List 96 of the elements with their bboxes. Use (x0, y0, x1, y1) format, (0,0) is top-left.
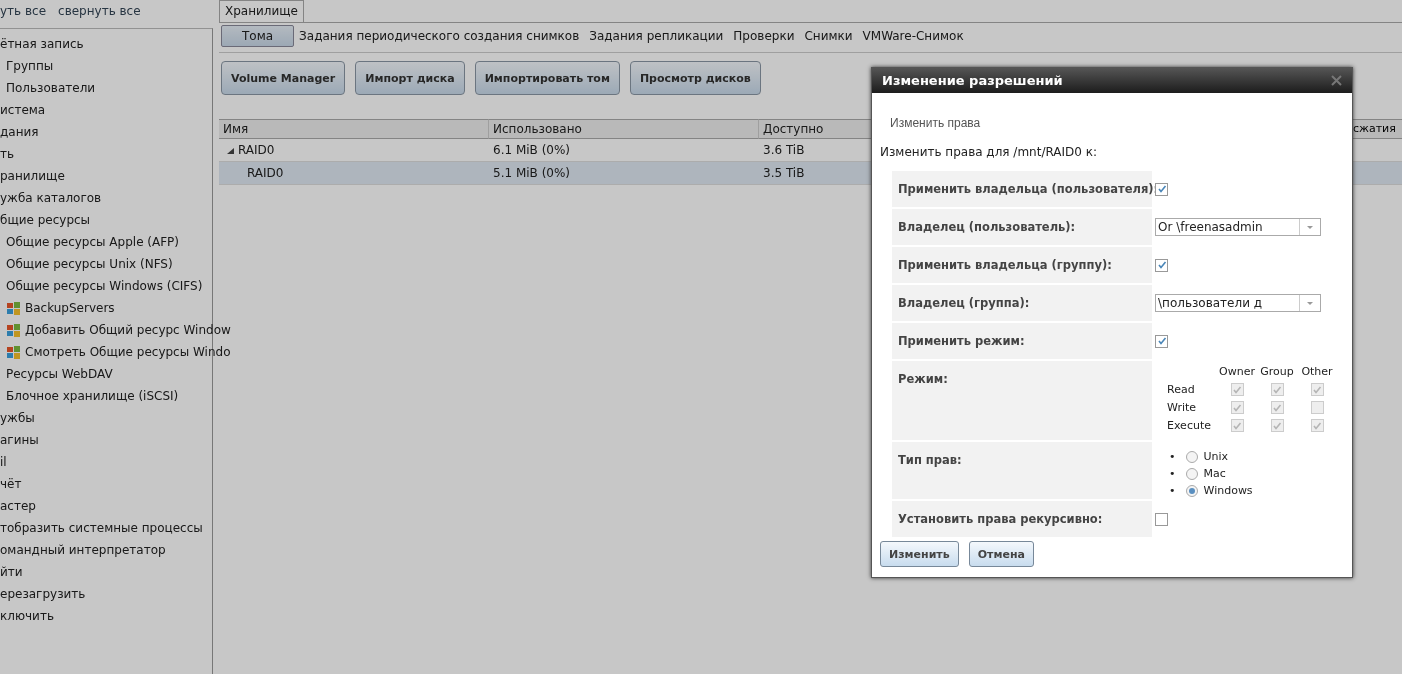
table-cell: 3.6 TiB (763, 143, 805, 157)
tree-item[interactable]: астер (0, 499, 36, 513)
toolbar-button[interactable]: Импортировать том (474, 61, 620, 95)
tree-item[interactable]: Добавить Общий ресурс Window (25, 323, 231, 337)
checkbox[interactable] (1155, 334, 1168, 348)
tree-item[interactable]: Общие ресурсы Apple (AFP) (6, 235, 180, 249)
tree-item[interactable]: il (0, 455, 7, 469)
toolbar-button[interactable]: Volume Manager (221, 61, 346, 95)
tree-item[interactable]: ть (0, 147, 15, 161)
windows-flag-icon (6, 344, 21, 360)
radio-label: Windows (1203, 484, 1253, 497)
table-cell: 5.1 MiB (0%) (493, 166, 571, 180)
column-header[interactable]: сжатия (1352, 119, 1402, 139)
radio-button[interactable] (1185, 484, 1198, 497)
toolbar-button[interactable]: Просмотр дисков (629, 61, 761, 95)
tree-item[interactable]: ключить (0, 609, 54, 623)
tree-item[interactable]: ужбы (0, 411, 35, 425)
checkbox[interactable] (1270, 401, 1284, 414)
tree-item[interactable]: агины (0, 433, 39, 447)
table-cell: RAID0 (238, 143, 275, 157)
dialog-button[interactable]: Отмена (968, 541, 1034, 567)
close-icon[interactable] (1331, 75, 1342, 86)
tree-item[interactable]: Общие ресурсы Windows (CIFS) (6, 279, 203, 293)
subtab[interactable]: Задания репликации (584, 26, 729, 46)
field-label: Применить режим: (892, 323, 1152, 359)
tree-link[interactable]: свернуть все (58, 4, 141, 18)
intro-text: Изменить права для /mnt/RAID0 к: (880, 145, 1099, 159)
dropdown-field[interactable]: \пользователи д (1155, 294, 1321, 312)
subtab[interactable]: Проверки (728, 26, 800, 46)
tree-item[interactable]: ётная запись (0, 37, 84, 51)
checkbox[interactable] (1230, 401, 1244, 414)
tree-item[interactable]: дания (0, 125, 39, 139)
column-header[interactable]: Использовано (489, 119, 759, 139)
checkbox[interactable] (1230, 383, 1244, 396)
tree-item[interactable]: Общие ресурсы Unix (NFS) (6, 257, 173, 271)
subtab[interactable]: Тома (221, 25, 295, 47)
checkbox[interactable] (1155, 182, 1168, 196)
radio-label: Mac (1203, 467, 1226, 480)
tree-item[interactable]: Блочное хранилище (iSCSI) (6, 389, 179, 403)
tree-item[interactable]: BackupServers (25, 301, 115, 315)
field-label: Установить права рекурсивно: (892, 501, 1152, 537)
tree-item[interactable]: истема (0, 103, 46, 117)
field-label: Тип прав: (892, 442, 1152, 499)
checkbox[interactable] (1270, 383, 1284, 396)
checkbox[interactable] (1310, 419, 1324, 432)
field-label: Владелец (группа): (892, 285, 1152, 321)
field-label: Владелец (пользователь): (892, 209, 1152, 245)
tree-item[interactable]: ужба каталогов (0, 191, 102, 205)
mode-row-label: Execute (1167, 419, 1212, 432)
dropdown-field[interactable]: Or \freenasadmin (1155, 218, 1321, 236)
checkbox[interactable] (1155, 258, 1168, 272)
toolbar-button[interactable]: Импорт диска (355, 61, 465, 95)
bullet: • (1169, 467, 1176, 480)
tree-item[interactable]: ерезагрузить (0, 587, 86, 601)
windows-flag-icon (6, 322, 21, 338)
tree-item[interactable]: омандный интерпретатор (0, 543, 166, 557)
mode-row-label: Write (1167, 401, 1198, 414)
tree-item[interactable]: ранилище (0, 169, 65, 183)
column-header: Group (1259, 365, 1295, 378)
tree-item[interactable]: Пользователи (6, 81, 96, 95)
bullet: • (1169, 484, 1176, 497)
subtab[interactable]: Задания периодического создания снимков (294, 26, 585, 46)
column-header[interactable]: Имя (219, 119, 489, 139)
column-header: Other (1300, 365, 1334, 378)
subtab[interactable]: Снимки (799, 26, 858, 46)
bullet: • (1169, 450, 1176, 463)
checkbox[interactable] (1270, 419, 1284, 432)
checkbox[interactable] (1310, 383, 1324, 396)
table-cell: 6.1 MiB (0%) (493, 143, 571, 157)
windows-flag-icon (6, 300, 21, 316)
radio-button[interactable] (1185, 450, 1198, 463)
tree-item[interactable]: йти (0, 565, 23, 579)
tree-item[interactable]: чёт (0, 477, 22, 491)
dialog-button[interactable]: Изменить (880, 541, 959, 567)
tree-item[interactable]: Группы (6, 59, 54, 73)
tree-item[interactable]: Ресурсы WebDAV (6, 367, 113, 381)
subtab[interactable]: VMWare-Снимок (857, 26, 969, 46)
radio-label: Unix (1203, 450, 1229, 463)
field-label: Режим: (892, 361, 1152, 440)
tab[interactable]: Хранилище (219, 0, 304, 22)
mode-row-label: Read (1167, 383, 1196, 396)
checkbox[interactable] (1155, 512, 1168, 526)
checkbox[interactable] (1310, 401, 1324, 414)
section-tab[interactable]: Изменить права (890, 116, 1344, 130)
tree-item[interactable]: бщие ресурсы (0, 213, 91, 227)
table-cell: 3.5 TiB (763, 166, 805, 180)
tree-item[interactable]: тобразить системные процессы (0, 521, 203, 535)
column-header: Owner (1218, 365, 1256, 378)
table-cell: RAID0 (247, 166, 284, 180)
tree-link[interactable]: уть все (0, 4, 47, 18)
tree-item[interactable]: Смотреть Общие ресурсы Windo (25, 345, 231, 359)
expander-icon[interactable] (227, 148, 234, 154)
dialog-title: Изменение разрешений (882, 73, 1063, 88)
checkbox[interactable] (1230, 419, 1244, 432)
field-label: Применить владельца (группу): (892, 247, 1152, 283)
radio-button[interactable] (1185, 467, 1198, 480)
